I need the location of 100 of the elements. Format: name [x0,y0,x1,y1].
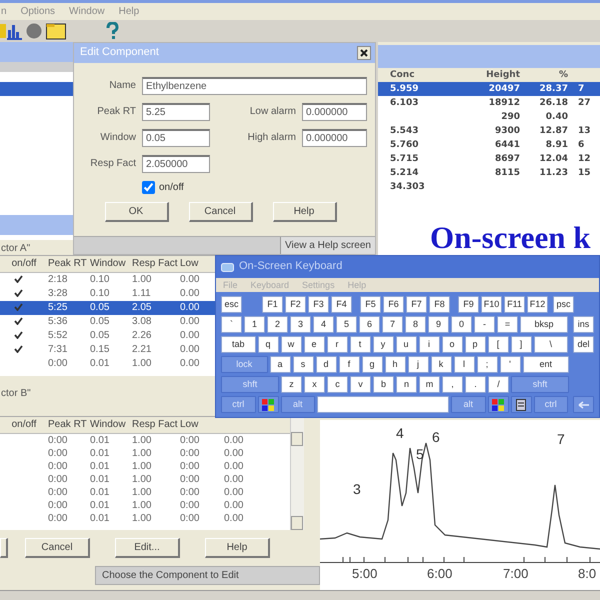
key[interactable]: i [418,336,440,353]
key[interactable]: f [338,356,360,373]
input-field[interactable]: 0.05 [142,129,210,147]
key[interactable]: ent [522,356,569,373]
key[interactable]: j [408,356,428,373]
key[interactable]: o [442,336,462,353]
key[interactable]: 5 [336,316,357,333]
input-field[interactable]: 0.000000 [302,103,367,121]
table-row[interactable]: 34.303 [378,180,600,194]
table-row[interactable]: 5:52 0.05 2.26 0.00 [0,329,215,343]
key[interactable]: a [270,356,290,373]
key[interactable]: ] [510,336,532,353]
key[interactable]: ` [221,316,242,333]
key[interactable]: F11 [504,296,525,313]
logo-key[interactable] [258,396,278,413]
key[interactable]: 6 [359,316,380,333]
key[interactable]: b [373,376,394,393]
input-field[interactable]: Ethylbenzene [142,77,367,95]
key[interactable]: 7 [382,316,403,333]
table-row[interactable]: 5.760 6441 8.91 6 [378,138,600,152]
key[interactable]: bksp [520,316,568,333]
table-row[interactable]: 2:18 0.10 1.00 0.00 [0,273,215,287]
key[interactable]: , [442,376,463,393]
key[interactable]: z [281,376,302,393]
list-row[interactable] [0,82,75,96]
table-row[interactable]: 0:00 0.01 1.00 0:00 0.00 [0,473,290,486]
dialog-button[interactable]: Cancel [25,538,90,558]
key[interactable]: m [419,376,440,393]
key[interactable]: tab [221,336,256,353]
key[interactable]: 8 [405,316,426,333]
key[interactable]: F6 [383,296,404,313]
key[interactable]: F8 [429,296,450,313]
key[interactable]: d [316,356,336,373]
key[interactable]: g [362,356,382,373]
key[interactable]: h [384,356,406,373]
key[interactable]: F2 [285,296,306,313]
key[interactable]: l [454,356,474,373]
key[interactable]: F12 [527,296,548,313]
key[interactable]: / [488,376,509,393]
key[interactable]: 3 [290,316,311,333]
input-field[interactable]: 2.050000 [142,155,210,173]
key[interactable]: y [372,336,394,353]
table-row[interactable]: 0:00 0.01 1.00 0.00 [0,357,215,371]
table-row[interactable]: 5.543 9300 12.87 13 [378,124,600,138]
key[interactable]: [ [488,336,508,353]
key[interactable]: r [326,336,348,353]
table-row[interactable]: 0:00 0.01 1.00 0:00 0.00 [0,486,290,499]
key[interactable]: ' [500,356,520,373]
key[interactable]: psc [553,296,574,313]
table-row[interactable]: 5.959 20497 28.37 7 [378,82,600,96]
table-row[interactable]: 0:00 0.01 1.00 0:00 0.00 [0,512,290,525]
key[interactable]: F3 [308,296,329,313]
key[interactable]: 9 [428,316,449,333]
checkbox[interactable] [142,181,155,194]
dialog-button[interactable]: Cancel [188,202,252,222]
key[interactable]: F1 [262,296,283,313]
key[interactable]: u [396,336,416,353]
key[interactable]: - [474,316,495,333]
key[interactable]: F10 [481,296,502,313]
dialog-button[interactable]: OK [104,202,168,222]
key[interactable]: ; [476,356,498,373]
key[interactable]: . [465,376,486,393]
scroll-up-button[interactable] [291,432,303,446]
key[interactable]: n [396,376,417,393]
key[interactable]: 1 [244,316,265,333]
partial-button[interactable] [0,538,8,558]
menu-key[interactable] [510,396,532,413]
key[interactable]: t [350,336,370,353]
key[interactable]: c [327,376,348,393]
table-row[interactable]: 0:00 0.01 1.00 0:00 0.00 [0,447,290,460]
scroll-down-button[interactable] [291,516,303,530]
space-key[interactable] [317,396,449,413]
key[interactable]: 0 [451,316,472,333]
key[interactable]: del [573,336,594,353]
table-row[interactable]: 5.214 8115 11.23 15 [378,166,600,180]
input-field[interactable]: 5.25 [142,103,210,121]
key[interactable]: x [304,376,325,393]
key[interactable]: = [497,316,518,333]
key[interactable]: p [464,336,486,353]
key[interactable]: w [280,336,302,353]
table-row[interactable]: 3:28 0.10 1.11 0.00 [0,287,215,301]
table-row[interactable]: 0:00 0.01 1.00 0:00 0.00 [0,499,290,512]
key[interactable]: F4 [331,296,352,313]
key[interactable]: F7 [406,296,427,313]
key[interactable]: \ [534,336,568,353]
table-row[interactable]: 0:00 0.01 1.00 0:00 0.00 [0,434,290,447]
key[interactable]: ins [573,316,594,333]
close-button[interactable] [357,46,371,60]
key[interactable]: q [258,336,278,353]
logo-key[interactable] [488,396,508,413]
input-field[interactable]: 0.000000 [302,129,367,147]
key[interactable]: F9 [458,296,479,313]
dialog-button[interactable]: Edit... [115,538,180,558]
table-row[interactable]: 5:36 0.05 3.08 0.00 [0,315,215,329]
table-row[interactable]: 5:25 0.05 2.05 0.00 [0,301,215,315]
dialog-button[interactable]: Help [272,202,336,222]
key[interactable]: 2 [267,316,288,333]
key[interactable]: esc [221,296,242,313]
table-row[interactable]: 0:00 0.01 1.00 0:00 0.00 [0,460,290,473]
dialog-button[interactable]: Help [205,538,270,558]
